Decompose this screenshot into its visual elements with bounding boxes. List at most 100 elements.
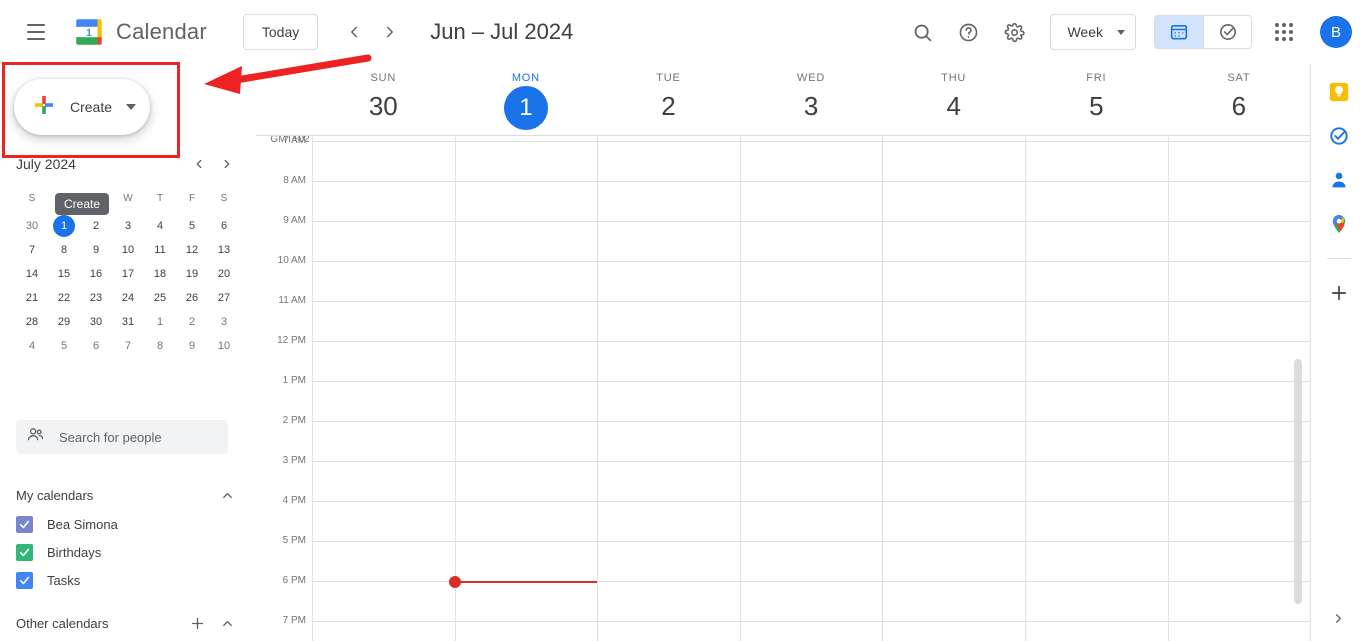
chevron-left-icon[interactable] [336, 14, 372, 50]
vertical-scrollbar[interactable] [1294, 359, 1302, 604]
hamburger-menu-icon[interactable] [12, 8, 60, 56]
mini-calendar-day[interactable]: 2 [176, 310, 208, 334]
mini-calendar-day[interactable]: 27 [208, 286, 240, 310]
tasks-view-button[interactable] [1203, 16, 1251, 48]
my-calendar-item[interactable]: Bea Simona [16, 510, 240, 538]
calendar-grid[interactable]: 7 AM 8 AM 9 AM 10 AM 11 AM 12 PM 1 PM 2 PM 3 PM 4… [256, 136, 1310, 641]
google-contacts-icon[interactable] [1327, 168, 1351, 192]
day-header-wed[interactable]: WED 3 [740, 72, 883, 126]
mini-calendar-day[interactable]: 31 [112, 310, 144, 334]
hour-gridline [312, 181, 1310, 182]
mini-calendar-day[interactable]: 19 [176, 262, 208, 286]
create-button-label: Create [70, 99, 113, 115]
mini-calendar-day[interactable]: 5 [48, 334, 80, 358]
mini-calendar-day[interactable]: 8 [144, 334, 176, 358]
mini-calendar-day[interactable]: 4 [144, 214, 176, 238]
mini-calendar-day[interactable]: 24 [112, 286, 144, 310]
calendar-checkbox[interactable] [16, 543, 33, 561]
day-header-fri[interactable]: FRI 5 [1025, 72, 1168, 126]
mini-calendar-day[interactable]: 1 [48, 214, 80, 238]
mini-calendar-day[interactable]: 30 [80, 310, 112, 334]
google-maps-icon[interactable] [1327, 212, 1351, 236]
add-app-plus-icon[interactable] [1327, 281, 1351, 305]
day-header-date[interactable]: 5 [1025, 86, 1168, 126]
mini-calendar-day[interactable]: 17 [112, 262, 144, 286]
add-other-calendar-icon[interactable] [184, 610, 210, 636]
mini-calendar-day[interactable]: 6 [80, 334, 112, 358]
apps-grid-icon[interactable] [1262, 10, 1306, 54]
mini-calendar-day[interactable]: 7 [112, 334, 144, 358]
other-calendars-title: Other calendars [16, 615, 109, 631]
calendar-checkbox[interactable] [16, 515, 33, 533]
help-icon[interactable] [946, 10, 990, 54]
mini-calendar-day[interactable]: 3 [208, 310, 240, 334]
search-icon[interactable] [900, 10, 944, 54]
search-for-people-input[interactable]: Search for people [16, 420, 228, 454]
day-header-date[interactable]: 6 [1168, 86, 1311, 126]
gear-icon[interactable] [992, 10, 1036, 54]
mini-calendar-day[interactable]: 16 [80, 262, 112, 286]
calendar-view-button[interactable] [1155, 16, 1203, 48]
my-calendar-item[interactable]: Tasks [16, 566, 240, 594]
mini-calendar-day[interactable]: 14 [16, 262, 48, 286]
mini-calendar-day[interactable]: 9 [176, 334, 208, 358]
calendar-name-label: Bea Simona [47, 516, 118, 532]
mini-calendar-day[interactable]: 20 [208, 262, 240, 286]
mini-calendar-day[interactable]: 21 [16, 286, 48, 310]
google-tasks-icon[interactable] [1327, 124, 1351, 148]
mini-calendar-day[interactable]: 5 [176, 214, 208, 238]
mini-next-month-icon[interactable] [214, 151, 240, 177]
day-header-date[interactable]: 2 [597, 86, 740, 126]
day-header-tue[interactable]: TUE 2 [597, 72, 740, 126]
my-calendar-item[interactable]: Birthdays [16, 538, 240, 566]
calendar-checkbox[interactable] [16, 571, 33, 589]
my-calendars-header[interactable]: My calendars [16, 480, 240, 510]
mini-calendar-day[interactable]: 3 [112, 214, 144, 238]
day-header-date[interactable]: 4 [882, 86, 1025, 126]
hour-gridline [312, 501, 1310, 502]
mini-calendar-day[interactable]: 7 [16, 238, 48, 262]
day-header-date[interactable]: 1 [455, 86, 598, 131]
mini-calendar-day[interactable]: 18 [144, 262, 176, 286]
view-selector[interactable]: Week [1050, 14, 1136, 50]
mini-calendar-day[interactable]: 15 [48, 262, 80, 286]
avatar[interactable]: B [1320, 16, 1352, 48]
day-header-date[interactable]: 3 [740, 86, 883, 126]
chevron-right-icon[interactable] [372, 14, 408, 50]
mini-calendar-day[interactable]: 8 [48, 238, 80, 262]
svg-text:1: 1 [86, 28, 92, 39]
mini-calendar-day[interactable]: 11 [144, 238, 176, 262]
mini-calendar-day[interactable]: 9 [80, 238, 112, 262]
today-button[interactable]: Today [242, 14, 319, 50]
calendar-grid-scroll[interactable]: 7 AM 8 AM 9 AM 10 AM 11 AM 12 PM 1 PM 2 PM 3 PM 4… [256, 136, 1310, 641]
mini-calendar-day[interactable]: 23 [80, 286, 112, 310]
mini-calendar-day[interactable]: 6 [208, 214, 240, 238]
create-button[interactable]: Create [14, 79, 150, 135]
mini-calendar-day[interactable]: 10 [208, 334, 240, 358]
mini-calendar-day[interactable]: 13 [208, 238, 240, 262]
mini-calendar-day[interactable]: 25 [144, 286, 176, 310]
day-header-mon[interactable]: MON 1 [455, 72, 598, 131]
other-calendars-header[interactable]: Other calendars [16, 608, 240, 638]
calendar-logo-link[interactable]: 1 Calendar [72, 15, 207, 49]
mini-calendar-day[interactable]: 1 [144, 310, 176, 334]
mini-calendar-day[interactable]: 12 [176, 238, 208, 262]
mini-calendar-day[interactable]: 26 [176, 286, 208, 310]
chevron-up-icon[interactable] [214, 610, 240, 636]
chevron-up-icon[interactable] [214, 482, 240, 508]
mini-calendar-day[interactable]: 28 [16, 310, 48, 334]
mini-prev-month-icon[interactable] [186, 151, 212, 177]
google-keep-icon[interactable] [1327, 80, 1351, 104]
mini-calendar-day[interactable]: 2 [80, 214, 112, 238]
day-header-thu[interactable]: THU 4 [882, 72, 1025, 126]
mini-calendar-day[interactable]: 29 [48, 310, 80, 334]
day-header-sat[interactable]: SAT 6 [1168, 72, 1311, 126]
day-header-date[interactable]: 30 [312, 86, 455, 126]
mini-calendar-day[interactable]: 30 [16, 214, 48, 238]
expand-side-panel-icon[interactable] [1326, 605, 1352, 631]
mini-calendar-day[interactable]: 10 [112, 238, 144, 262]
mini-calendar-day[interactable]: 4 [16, 334, 48, 358]
mini-calendar-day[interactable]: 22 [48, 286, 80, 310]
view-selector-label: Week [1067, 24, 1103, 40]
day-header-sun[interactable]: SUN 30 [312, 72, 455, 126]
